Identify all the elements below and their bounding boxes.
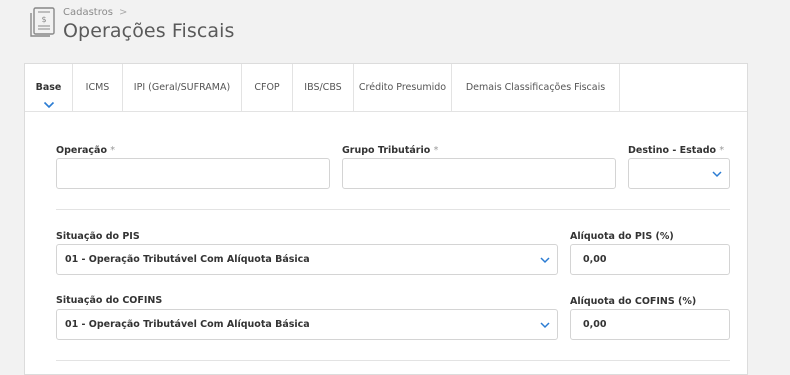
tab-icms[interactable]: ICMS: [73, 64, 123, 111]
tab-base-label: Base: [35, 82, 62, 93]
destino-estado-select[interactable]: [628, 158, 730, 189]
tab-ibs-cbs-label: IBS/CBS: [304, 82, 342, 93]
situacao-pis-select[interactable]: 01 - Operação Tributável Com Alíquota Bá…: [56, 244, 558, 275]
form-panel: Base ICMS IPI (Geral/SUFRAMA) CFOP IBS/C…: [24, 63, 748, 375]
breadcrumb: Cadastros >: [63, 7, 127, 18]
required-mark: *: [719, 145, 725, 156]
aliquota-cofins-label: Alíquota do COFINS (%): [570, 296, 697, 307]
situacao-cofins-select[interactable]: 01 - Operação Tributável Com Alíquota Bá…: [56, 309, 558, 340]
breadcrumb-separator: >: [118, 7, 128, 18]
aliquota-pis-label: Alíquota do PIS (%): [570, 231, 674, 242]
required-mark: *: [433, 145, 439, 156]
grupo-tributario-input[interactable]: [342, 158, 616, 189]
tab-base[interactable]: Base: [25, 64, 73, 111]
tab-credito-presumido[interactable]: Crédito Presumido: [354, 64, 452, 111]
fiscal-document-icon: $: [30, 7, 55, 37]
grupo-tributario-label: Grupo Tributário *: [342, 145, 439, 156]
aliquota-pis-input[interactable]: 0,00: [570, 244, 730, 275]
page-title: Operações Fiscais: [63, 20, 235, 42]
required-mark: *: [110, 145, 116, 156]
breadcrumb-cadastros[interactable]: Cadastros: [63, 7, 113, 18]
chevron-down-icon: [540, 257, 550, 264]
tab-demais-classificacoes-label: Demais Classificações Fiscais: [465, 82, 606, 93]
tab-credito-presumido-label: Crédito Presumido: [358, 82, 447, 93]
tab-ipi[interactable]: IPI (Geral/SUFRAMA): [123, 64, 242, 111]
svg-text:$: $: [41, 15, 46, 24]
tab-ipi-label: IPI (Geral/SUFRAMA): [133, 82, 231, 93]
operacao-input[interactable]: [56, 158, 330, 189]
aliquota-cofins-input[interactable]: 0,00: [570, 309, 730, 340]
situacao-cofins-value: 01 - Operação Tributável Com Alíquota Bá…: [65, 319, 310, 330]
chevron-down-icon: [43, 101, 54, 109]
aliquota-pis-value: 0,00: [583, 254, 607, 265]
tab-demais-classificacoes[interactable]: Demais Classificações Fiscais: [452, 64, 620, 111]
section-divider: [56, 209, 730, 210]
situacao-pis-value: 01 - Operação Tributável Com Alíquota Bá…: [65, 254, 310, 265]
situacao-cofins-label: Situação do COFINS: [56, 295, 163, 306]
tab-cfop-label: CFOP: [254, 82, 280, 93]
operacao-label: Operação *: [56, 145, 116, 156]
tab-ibs-cbs[interactable]: IBS/CBS: [293, 64, 354, 111]
chevron-down-icon: [712, 171, 722, 178]
tab-bar: Base ICMS IPI (Geral/SUFRAMA) CFOP IBS/C…: [25, 64, 747, 112]
chevron-down-icon: [540, 322, 550, 329]
destino-estado-label: Destino - Estado *: [628, 145, 725, 156]
tab-cfop[interactable]: CFOP: [242, 64, 293, 111]
aliquota-cofins-value: 0,00: [583, 319, 607, 330]
situacao-pis-label: Situação do PIS: [56, 231, 140, 242]
tab-icms-label: ICMS: [85, 82, 110, 93]
